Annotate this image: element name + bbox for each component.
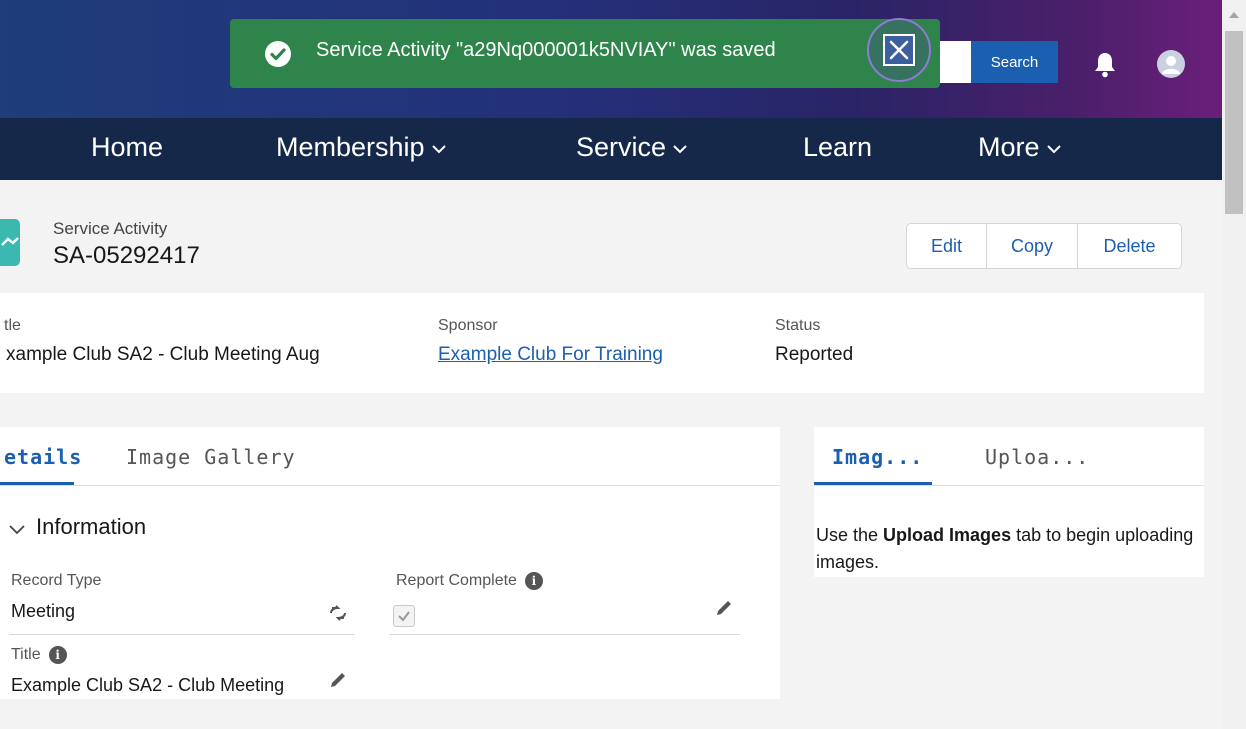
nav-item-membership[interactable]: Membership (276, 132, 447, 163)
record-type-field-value: Meeting (11, 601, 76, 621)
nav-item-label: Service (576, 132, 667, 162)
success-toast: Service Activity "a29Nq000001k5NVIAY" wa… (230, 18, 940, 88)
record-type-label: Service Activity (53, 219, 168, 238)
field-divider (389, 634, 740, 635)
chevron-down-icon (673, 145, 687, 154)
status-value: Reported (775, 344, 854, 365)
highlight-label: tle (4, 317, 21, 334)
report-complete-field-label: Report Complete i (396, 572, 543, 590)
info-icon[interactable]: i (524, 572, 543, 590)
edit-pencil-icon[interactable] (714, 598, 734, 618)
search-button[interactable]: Search (971, 41, 1058, 83)
notification-bell-icon[interactable] (1093, 50, 1117, 78)
chevron-down-icon (1046, 145, 1061, 154)
nav-item-label: Home (91, 132, 164, 162)
scroll-up-icon[interactable] (1229, 12, 1239, 18)
title-field-label: Title i (11, 646, 67, 664)
record-actions: Edit Copy Delete (906, 223, 1182, 269)
upload-instructions: Use the Upload Images tab to begin uploa… (816, 522, 1196, 576)
details-card: etails Image Gallery (0, 427, 780, 699)
instructions-text: Use the (816, 525, 884, 545)
nav-item-label: Learn (803, 132, 873, 162)
title-label-text: Title (11, 646, 41, 664)
delete-button[interactable]: Delete (1078, 224, 1181, 268)
tab-images[interactable]: Imag... (832, 445, 923, 469)
tabs-divider (814, 485, 1204, 486)
nav-item-home[interactable]: Home (91, 132, 163, 163)
field-divider (9, 634, 355, 635)
chevron-down-icon[interactable] (8, 520, 26, 538)
user-avatar-icon[interactable] (1157, 50, 1185, 78)
main-nav: Home Membership Service Learn More (0, 118, 1222, 180)
scroll-thumb[interactable] (1225, 31, 1243, 214)
record-type-field-label: Record Type (11, 572, 102, 589)
nav-item-service[interactable]: Service (576, 132, 688, 163)
highlights-panel: tle xample Club SA2 - Club Meeting Aug S… (0, 293, 1204, 393)
report-complete-checkbox (393, 605, 415, 627)
toast-close-button[interactable] (867, 18, 931, 82)
toast-message: Service Activity "a29Nq000001k5NVIAY" wa… (316, 39, 776, 61)
tabs-divider (0, 485, 780, 486)
success-check-icon (265, 41, 291, 67)
section-title[interactable]: Information (36, 514, 146, 540)
nav-item-learn[interactable]: Learn (803, 132, 872, 163)
edit-pencil-icon[interactable] (328, 670, 348, 690)
edit-button[interactable]: Edit (907, 224, 987, 268)
highlight-label: Status (775, 317, 821, 334)
highlight-label: Sponsor (438, 317, 498, 334)
record-name: SA-05292417 (53, 242, 200, 269)
change-record-type-icon[interactable] (328, 604, 348, 622)
highlight-value: xample Club SA2 - Club Meeting Aug (6, 344, 320, 365)
tab-image-gallery[interactable]: Image Gallery (126, 445, 296, 469)
tab-details[interactable]: etails (4, 445, 82, 469)
page-footer-space (0, 699, 1222, 729)
service-activity-icon (0, 219, 20, 266)
sponsor-link[interactable]: Example Club For Training (438, 344, 663, 366)
info-icon[interactable]: i (48, 646, 67, 664)
title-field-value: Example Club SA2 - Club Meeting (11, 675, 285, 695)
instructions-bold: Upload Images (883, 525, 1012, 545)
copy-button[interactable]: Copy (987, 224, 1078, 268)
chevron-down-icon (431, 145, 446, 154)
nav-item-label: Membership (276, 132, 425, 162)
report-complete-label-text: Report Complete (396, 572, 517, 590)
page-scrollbar[interactable] (1222, 0, 1246, 729)
nav-item-label: More (978, 132, 1040, 162)
tab-upload[interactable]: Uploa... (985, 445, 1089, 469)
nav-item-more[interactable]: More (978, 132, 1062, 163)
image-upload-card: Imag... Uploa... Use the Upload Images t… (814, 427, 1204, 577)
search-input[interactable] (935, 41, 971, 83)
close-icon[interactable] (883, 34, 915, 66)
